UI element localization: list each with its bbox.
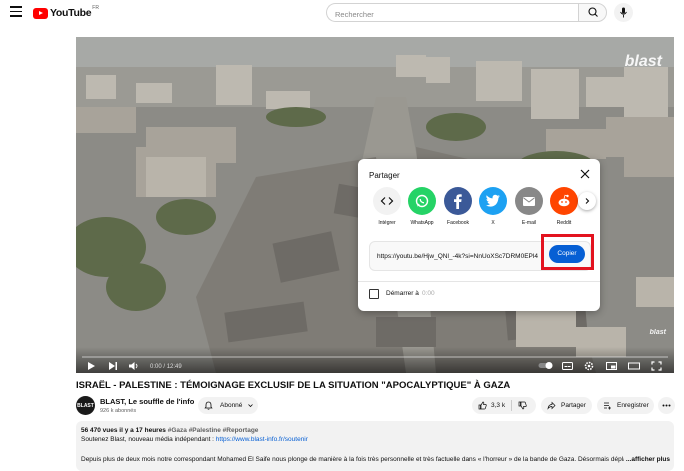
more-actions-button[interactable]	[658, 397, 675, 414]
description-stats-line: 56 470 vues il y a 17 heures #Gaza #Pale…	[81, 427, 258, 434]
video-title: ISRAËL - PALESTINE : TÉMOIGNAGE EXCLUSIF…	[76, 380, 511, 391]
start-time-input[interactable]: 0:00	[422, 290, 435, 297]
menu-icon[interactable]	[10, 6, 22, 18]
like-divider	[511, 400, 513, 411]
start-at-label: Démarrer à	[386, 290, 419, 297]
share-embed-circle	[373, 187, 401, 215]
logo-text: YouTube	[50, 7, 92, 19]
share-embed-label: Intégrer	[378, 220, 396, 226]
subtitles-icon[interactable]	[562, 361, 573, 371]
more-icon	[662, 404, 671, 407]
show-more-button[interactable]: ...afficher plus	[623, 456, 670, 463]
share-url[interactable]: https://youtu.be/Hjw_QNl_-4k?si=NnUoXSc7…	[377, 253, 538, 260]
start-at-checkbox[interactable]	[369, 289, 379, 299]
avatar-text: BLAST	[77, 402, 94, 409]
dialog-divider	[358, 281, 600, 282]
description-box[interactable]: 56 470 vues il y a 17 heures #Gaza #Pale…	[76, 421, 674, 471]
time-display: 0:00 / 12:49	[150, 364, 182, 370]
miniplayer-icon[interactable]	[606, 361, 617, 371]
player-controls: 0:00 / 12:49	[76, 347, 674, 373]
view-stats: 56 470 vues il y a 17 heures	[81, 427, 166, 434]
settings-icon[interactable]	[584, 361, 594, 371]
share-reddit-circle	[550, 187, 578, 215]
dialog-title: Partager	[369, 171, 400, 180]
volume-icon[interactable]	[128, 361, 140, 371]
share-reddit-button[interactable]: Reddit	[547, 187, 581, 226]
playlist-add-icon	[604, 402, 611, 410]
share-email-circle	[515, 187, 543, 215]
share-facebook-label: Facebook	[447, 220, 469, 226]
share-button[interactable]: Partager	[541, 397, 592, 414]
youtube-logo-icon	[33, 7, 48, 19]
reddit-icon	[558, 194, 570, 207]
share-embed-button[interactable]: Intégrer	[370, 187, 404, 226]
close-icon[interactable]	[578, 167, 592, 181]
share-whatsapp-circle	[408, 187, 436, 215]
search-box	[326, 3, 578, 23]
like-icon[interactable]	[478, 401, 487, 410]
save-button-label: Enregistrer	[617, 402, 649, 409]
youtube-logo[interactable]: YouTube FR	[33, 5, 99, 20]
share-x-circle	[479, 187, 507, 215]
description-text: Depuis plus de deux mois notre correspon…	[81, 456, 631, 463]
bell-icon	[204, 401, 213, 410]
share-targets: Intégrer WhatsApp Facebook X E-mail Redd…	[370, 187, 600, 229]
share-button-label: Partager	[561, 402, 586, 409]
search-button[interactable]	[578, 3, 607, 22]
top-header: YouTube FR	[0, 0, 684, 26]
email-icon	[523, 196, 535, 206]
share-x-label: X	[491, 220, 495, 226]
search-input[interactable]	[327, 6, 578, 23]
description-support-line: Soutenez Blast, nouveau média indépendan…	[81, 436, 308, 443]
share-reddit-label: Reddit	[556, 220, 572, 226]
x-icon	[485, 194, 500, 207]
embed-icon	[380, 197, 394, 205]
chevron-down-icon	[248, 404, 254, 408]
subscribe-label: Abonné	[220, 402, 243, 409]
whatsapp-icon	[415, 194, 429, 208]
autoplay-toggle[interactable]	[538, 361, 554, 370]
support-text: Soutenez Blast, nouveau média indépendan…	[81, 436, 216, 443]
subscriber-count: 926 k abonnés	[100, 408, 137, 414]
share-facebook-circle	[444, 187, 472, 215]
fullscreen-icon[interactable]	[651, 361, 662, 371]
copy-button-highlight	[541, 234, 594, 270]
like-count: 3,3 k	[491, 402, 506, 409]
share-x-button[interactable]: X	[476, 187, 510, 226]
channel-name[interactable]: BLAST, Le souffle de l'info	[100, 397, 194, 406]
next-icon[interactable]	[108, 361, 118, 371]
mic-icon	[620, 7, 627, 18]
share-facebook-button[interactable]: Facebook	[441, 187, 475, 226]
facebook-icon	[454, 194, 462, 209]
share-next-button[interactable]	[578, 192, 596, 210]
dislike-icon[interactable]	[518, 401, 527, 410]
country-code: FR	[92, 5, 99, 11]
chevron-right-icon	[585, 198, 590, 204]
share-icon	[547, 401, 556, 410]
support-link[interactable]: https://www.blast-info.fr/soutenir	[216, 436, 308, 443]
search-icon	[588, 7, 598, 17]
progress-bar[interactable]	[82, 356, 668, 358]
play-icon[interactable]	[86, 361, 96, 371]
channel-watermark: blast	[624, 53, 662, 70]
like-dislike-group: 3,3 k	[472, 397, 536, 414]
share-whatsapp-button[interactable]: WhatsApp	[405, 187, 439, 226]
share-email-label: E-mail	[521, 220, 537, 226]
time-total: 12:49	[166, 364, 182, 370]
hashtags[interactable]: #Gaza #Palestine #Reportage	[168, 427, 259, 434]
share-email-button[interactable]: E-mail	[512, 187, 546, 226]
time-current: 0:00	[150, 364, 162, 370]
voice-search-button[interactable]	[614, 3, 633, 22]
avatar[interactable]: BLAST	[76, 396, 95, 415]
share-whatsapp-label: WhatsApp	[410, 220, 434, 226]
channel-watermark-small: blast	[649, 329, 666, 336]
subscribe-button[interactable]: Abonné	[198, 397, 258, 414]
save-button[interactable]: Enregistrer	[597, 397, 654, 414]
theater-icon[interactable]	[628, 361, 640, 371]
